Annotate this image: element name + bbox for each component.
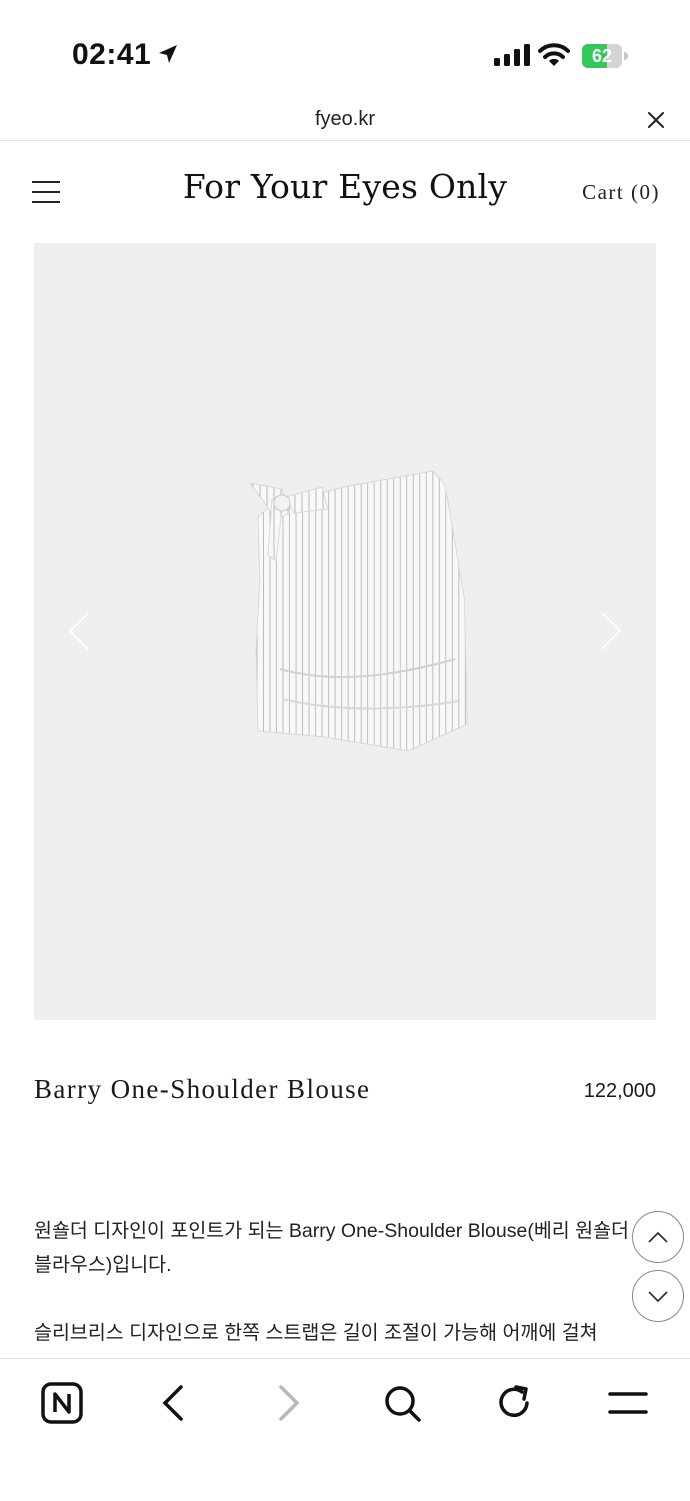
- naver-home-icon[interactable]: [40, 1381, 84, 1425]
- product-photo: [248, 470, 468, 752]
- battery-charging-icon: 62: [582, 44, 630, 68]
- hamburger-menu-icon[interactable]: [32, 181, 60, 203]
- scroll-top-button[interactable]: [632, 1211, 684, 1263]
- brand-logo[interactable]: For Your Eyes Only: [140, 167, 550, 206]
- location-arrow-icon: [159, 45, 177, 63]
- chevron-left-icon[interactable]: [64, 609, 92, 653]
- refresh-icon[interactable]: [492, 1381, 536, 1425]
- product-price: 122,000: [583, 1080, 656, 1102]
- product-title: Barry One-Shoulder Blouse: [34, 1074, 371, 1104]
- product-image-gallery[interactable]: [34, 243, 656, 1020]
- battery-level: 62: [591, 46, 613, 66]
- search-icon[interactable]: [380, 1381, 424, 1425]
- wifi-icon: [538, 43, 570, 66]
- menu-icon[interactable]: [606, 1381, 650, 1425]
- product-description: 원숄더 디자인이 포인트가 되는 Barry One-Shoulder Blou…: [34, 1214, 634, 1344]
- chevron-up-icon: [648, 1231, 668, 1243]
- cart-link[interactable]: Cart (0): [560, 180, 660, 205]
- cellular-signal-icon: [494, 44, 530, 66]
- browser-toolbar: [0, 1358, 690, 1501]
- description-paragraph: 원숄더 디자인이 포인트가 되는 Barry One-Shoulder Blou…: [34, 1220, 629, 1276]
- status-bar: 02:41 62: [0, 0, 690, 100]
- description-paragraph: 슬리브리스 디자인으로 한쪽 스트랩은 길이 조절이 가능해 어깨에 걸쳐: [34, 1322, 598, 1344]
- url-text[interactable]: fyeo.kr: [0, 108, 690, 131]
- chevron-down-icon: [648, 1291, 668, 1303]
- chevron-right-icon[interactable]: [598, 609, 626, 653]
- address-bar[interactable]: fyeo.kr: [0, 100, 690, 141]
- status-time: 02:41: [72, 38, 152, 71]
- scroll-bottom-button[interactable]: [632, 1270, 684, 1322]
- site-header: For Your Eyes Only Cart (0): [0, 141, 690, 241]
- close-icon[interactable]: [644, 108, 668, 132]
- back-icon[interactable]: [152, 1381, 196, 1425]
- forward-icon[interactable]: [266, 1381, 310, 1425]
